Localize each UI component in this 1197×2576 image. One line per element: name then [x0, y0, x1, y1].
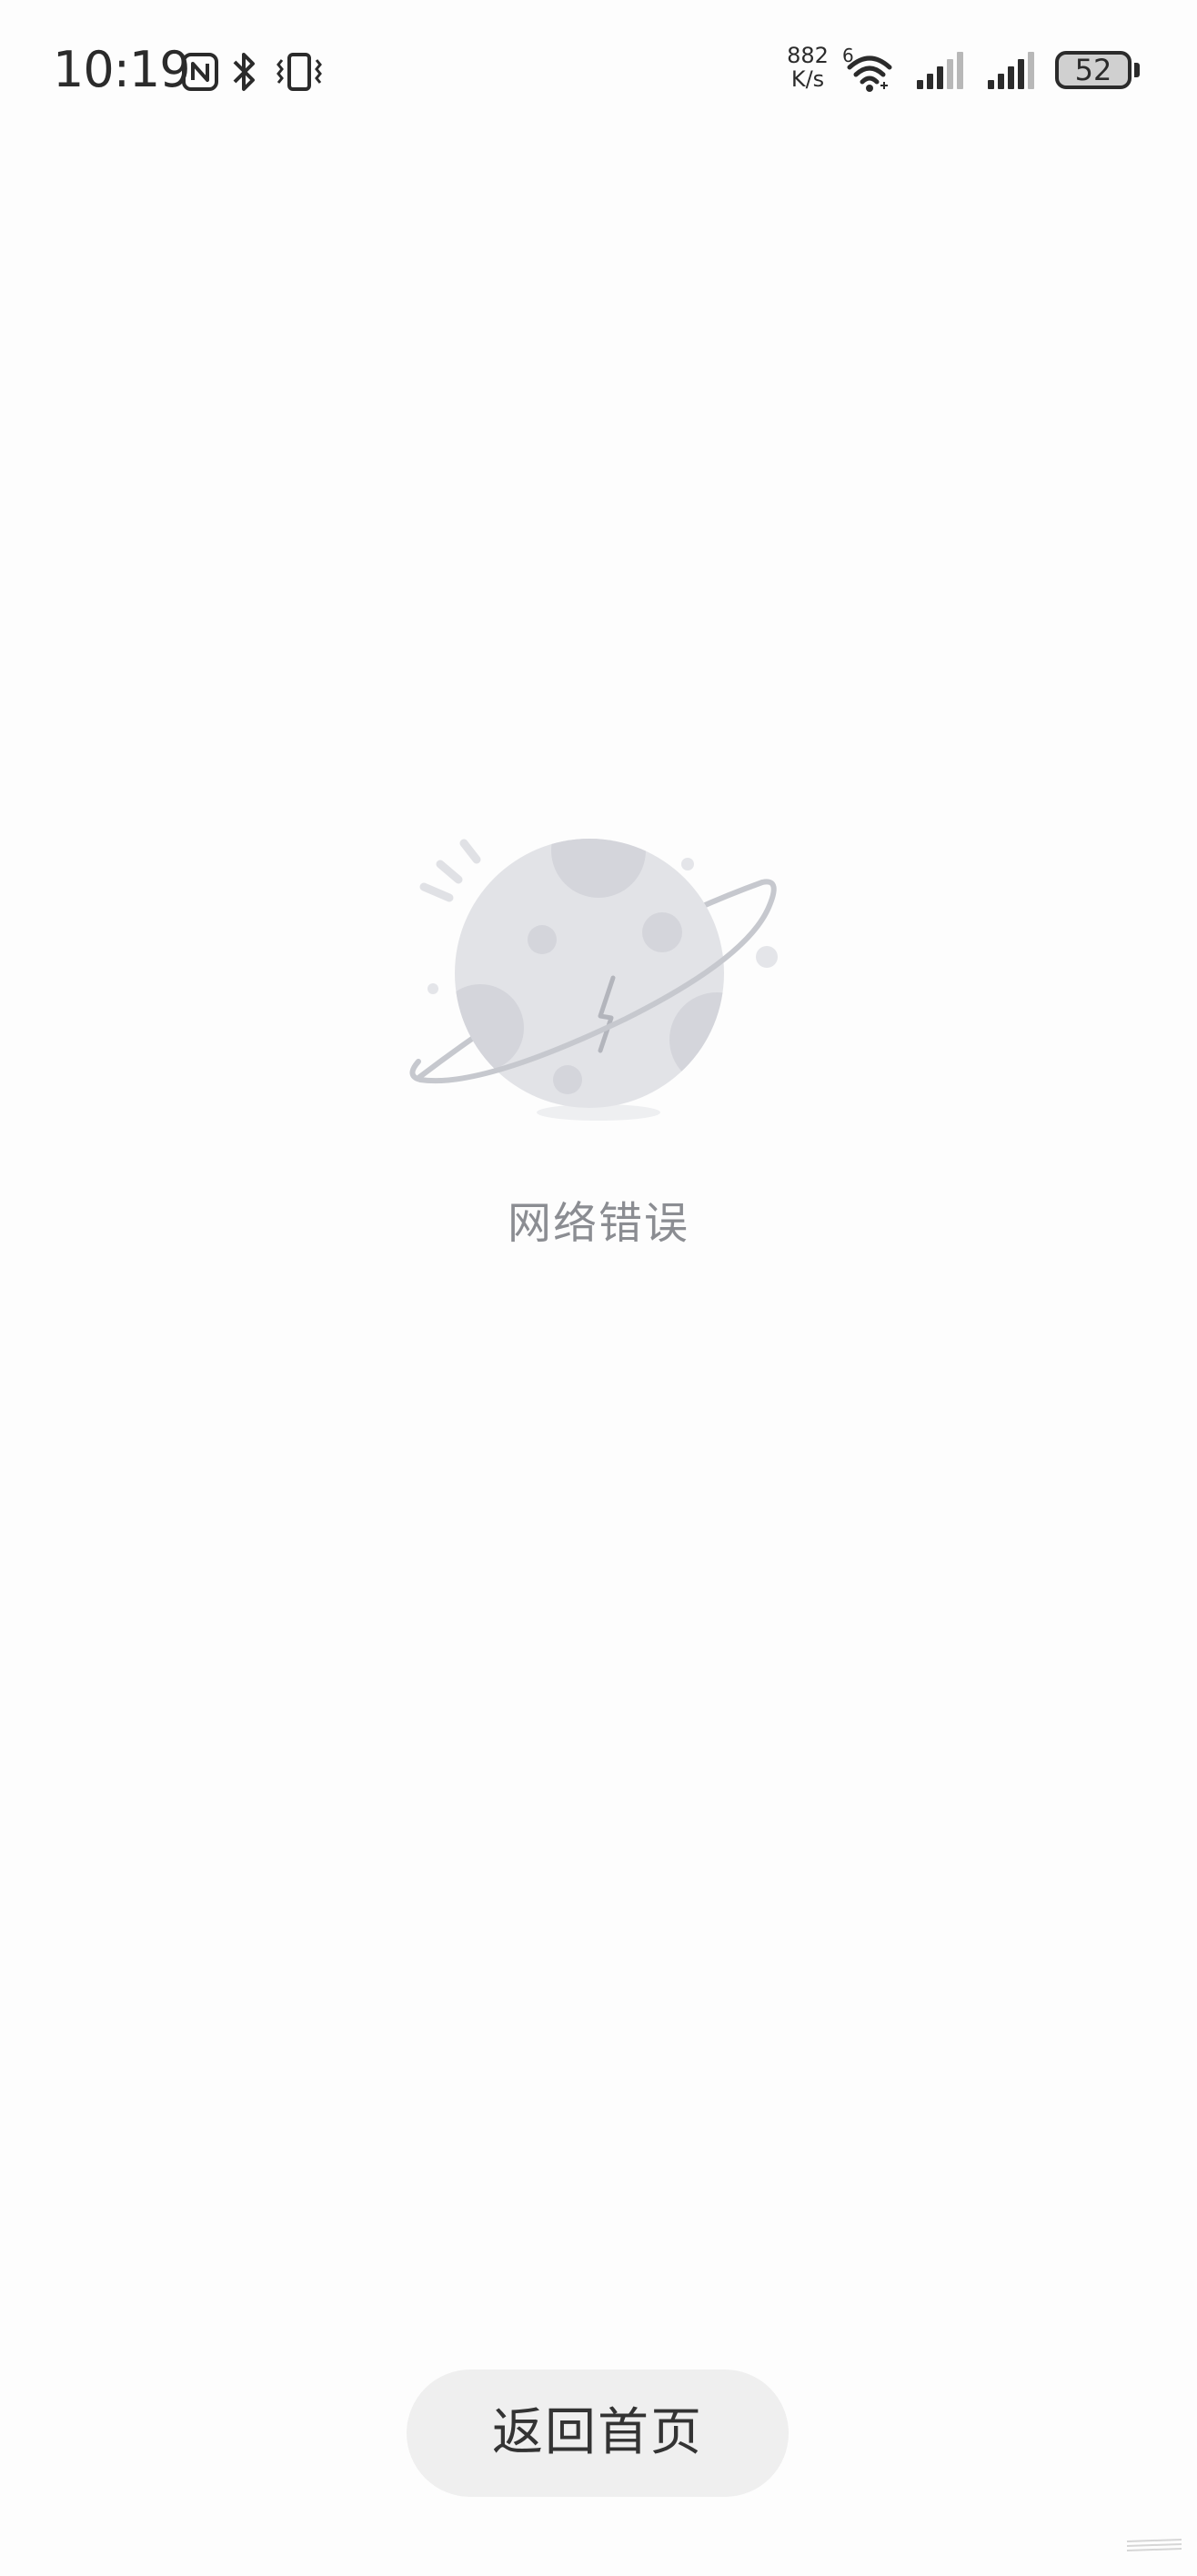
- gesture-bar-icon: [1126, 2539, 1182, 2551]
- status-time: 10:19: [53, 41, 191, 98]
- broken-planet-icon: [409, 839, 778, 1121]
- network-speed: 882 K/s: [780, 44, 835, 91]
- status-bar: 10:19 882 K/s 6 52: [0, 0, 1197, 136]
- vibrate-icon: [277, 53, 322, 91]
- battery-icon: 52: [1055, 51, 1132, 89]
- signal-icon: [917, 52, 963, 89]
- signal-icon: [988, 52, 1034, 89]
- battery-level: 52: [1074, 53, 1112, 87]
- nfc-icon: [182, 53, 218, 91]
- battery-tip: [1134, 63, 1140, 77]
- bluetooth-icon: [233, 53, 255, 91]
- network-error-screen: 10:19 882 K/s 6 52 网络错误 返回首页: [0, 0, 1197, 2576]
- error-message: 网络错误: [507, 1198, 689, 1249]
- back-to-home-button[interactable]: 返回首页: [407, 2370, 789, 2497]
- network-speed-value: 882: [787, 43, 829, 68]
- wifi-icon: 6: [842, 45, 892, 92]
- network-speed-unit: K/s: [790, 66, 825, 92]
